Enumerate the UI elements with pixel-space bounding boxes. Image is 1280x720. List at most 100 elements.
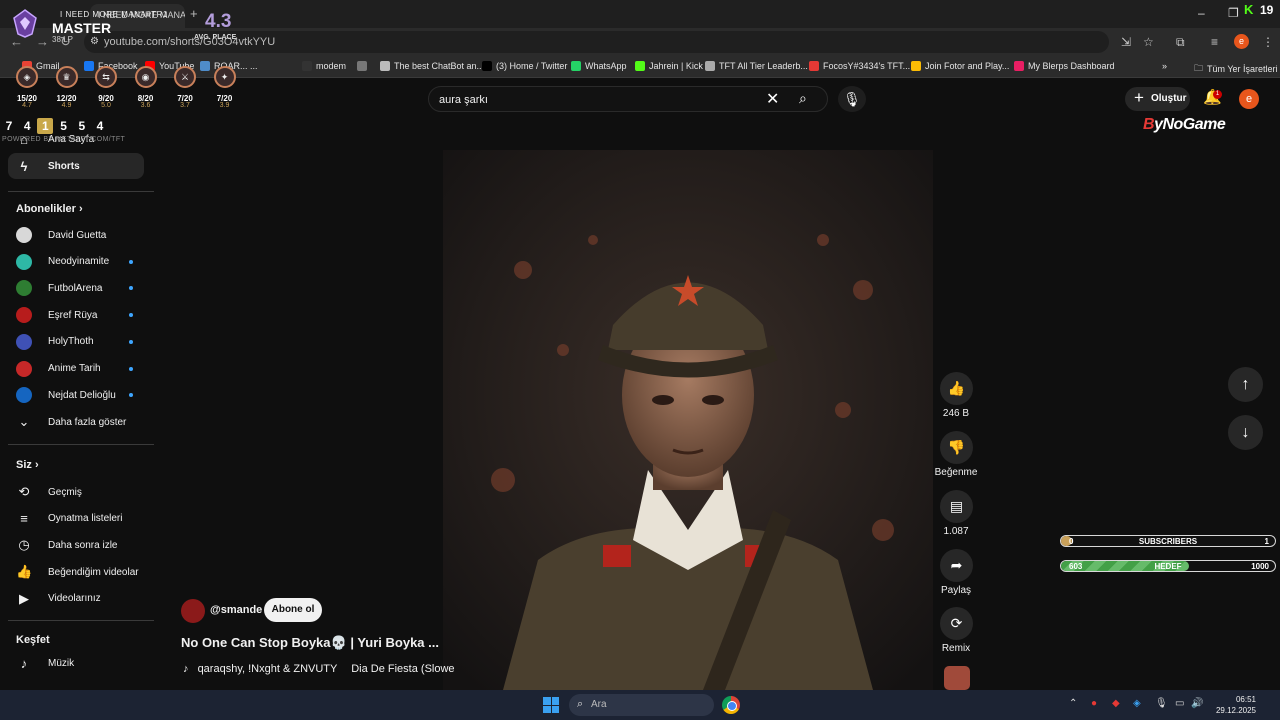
bookmarks-overflow-button[interactable]: » [1162,61,1167,71]
all-bookmarks-button[interactable]: 🗀 Tüm Yer İşaretleri [1194,61,1278,77]
sidebar-item-you[interactable]: 👍 Beğendiğim videolar [8,559,144,585]
channel-avatar[interactable] [181,599,205,623]
subscription-channel[interactable]: Anime Tarih [8,356,144,382]
sidebar-item-music[interactable]: ♪ Müzik [8,650,144,676]
bookmark-label: FocosY#3434's TFT... [823,61,911,71]
search-input[interactable] [439,91,759,109]
streamer-tag: I NEED MORE MANA#TR1 [60,10,168,19]
subscription-channel[interactable]: Eşref Rüya [8,302,144,328]
bookmark-star-icon[interactable]: ☆ [1143,35,1154,49]
explore-heading: Keşfet [16,634,50,646]
channel-name: Neodyinamite [48,256,110,268]
bookmark-item[interactable]: Join Fotor and Play... [911,61,1009,71]
sidebar-item-you[interactable]: ▶ Videolarınız [8,586,144,612]
shorts-video-player[interactable] [443,150,933,690]
taskbar-clock[interactable]: 06:51 29.12.2025 [1210,694,1256,716]
channel-avatar [16,387,32,404]
subscription-channel[interactable]: Neodyinamite [8,249,144,275]
share-button[interactable]: ➦ [940,549,973,582]
volume-icon[interactable]: 🔊 [1191,698,1203,709]
create-label: Oluştur [1151,93,1187,104]
sidebar-item-label: Videolarınız [48,593,101,605]
profile-avatar[interactable]: e [1234,34,1249,49]
search-icon[interactable]: ⌕ [799,90,807,107]
microphone-icon[interactable]: 🎙 [838,86,866,112]
bookmark-item[interactable]: My Blerps Dashboard [1014,61,1115,71]
arrow-up-icon: ↑ [1241,376,1250,393]
sidebar-item-label: Oynatma listeleri [48,513,123,525]
remix-icon: ⟳ [950,615,963,631]
sidebar-item-you[interactable]: ◷ Daha sonra izle [8,532,144,558]
subscription-channel[interactable]: David Guetta [8,222,144,248]
bookmark-item[interactable]: FocosY#3434's TFT... [809,61,910,71]
hedef-label: HEDEF [1154,562,1182,571]
subscription-channel[interactable]: FutbolArena [8,275,144,301]
kick-icon [635,61,645,71]
tray-overflow-icon[interactable]: ⌃ [1069,698,1077,709]
subscriptions-heading[interactable]: Abonelikler › [16,203,83,215]
chrome-taskbar-icon[interactable] [722,696,740,714]
install-app-icon[interactable]: ⇲ [1121,35,1131,49]
taskbar-search-placeholder: Ara [591,699,607,710]
like-button[interactable]: 👍 [940,372,973,405]
account-avatar[interactable]: e [1239,89,1259,109]
previous-short-button[interactable]: ↑ [1228,367,1263,402]
bookmark-item[interactable]: (3) Home / Twitter [482,61,567,71]
restore-button[interactable]: ❐ [1228,6,1239,20]
bookmark-item[interactable]: Jahrein | Kick [635,61,703,71]
bookmark-item[interactable] [357,61,371,71]
dislike-button[interactable]: 👎 [940,431,973,464]
subscription-channel[interactable]: Nejdat Delioğlu [8,382,144,408]
music-info[interactable]: ♪ qaraqshy, !Nxght & ZNVUTY Dia De Fiest… [183,663,455,675]
windows-taskbar: ⌕ Ara ⌃ ● ◆ ◈ 🎙 ▭ 🔊 06:51 29.12.2025 [0,690,1280,720]
x-icon [482,61,492,71]
sidebar-item-shorts[interactable]: ϟ Shorts [8,153,144,179]
bookmark-item[interactable]: TFT All Tier Leaderb... [705,61,808,71]
sidebar-item-you[interactable]: ≡ Oynatma listeleri [8,506,144,532]
remix-button[interactable]: ⟳ [940,607,973,640]
channel-avatar [16,333,32,350]
new-content-dot [129,313,133,318]
music-artist: qaraqshy, !Nxght & ZNVUTY [197,663,338,675]
rank-label: MASTER [52,20,112,36]
new-content-dot [129,259,133,264]
music-note-icon: ♪ [20,655,28,671]
tray-network-app-icon[interactable]: ◈ [1133,698,1141,709]
bynogame-logo: ByNoGame [1143,116,1226,134]
remix-label: Remix [941,643,971,654]
bookmark-item[interactable]: The best ChatBot an... [380,61,484,71]
subscription-channel[interactable]: HolyThoth [8,329,144,355]
channel-name: Nejdat Delioğlu [48,389,116,401]
network-icon[interactable]: ▭ [1175,698,1184,709]
placement-value: 1 [37,118,54,134]
menu-kebab-icon[interactable]: ⋮ [1262,35,1274,49]
subscribe-button[interactable]: Abone ol [264,598,322,622]
clear-search-icon[interactable]: ✕ [766,89,779,109]
comments-button[interactable]: ▤ [940,490,973,523]
extensions-icon[interactable]: ⧉ [1176,35,1185,50]
bookmark-item[interactable]: modem [302,61,346,71]
z-icon [302,61,312,71]
taskbar-search[interactable]: ⌕ Ara [569,694,714,716]
microphone-tray-icon[interactable]: 🎙 [1155,698,1168,709]
placement-value: 7 [5,119,13,133]
sound-thumbnail[interactable] [944,666,970,690]
tray-app-icon[interactable]: ◆ [1112,698,1120,709]
create-button[interactable]: + Oluştur [1125,87,1190,111]
search-box[interactable]: ✕ ⌕ [428,86,828,112]
sidebar-item-you[interactable]: ⟲ Geçmiş [8,479,144,505]
channel-handle[interactable]: @smande [210,604,262,616]
tray-record-icon[interactable]: ● [1091,698,1097,709]
next-short-button[interactable]: ↓ [1228,415,1263,450]
champion-portrait-icon: ◈ [16,66,38,88]
bookmark-item[interactable]: WhatsApp [571,61,627,71]
show-more-button[interactable]: ⌄ Daha fazla göster [8,409,144,435]
video-title[interactable]: No One Can Stop Boyka💀 | Yuri Boyka ... [181,635,439,651]
reading-list-icon[interactable]: ≡ [1211,35,1218,49]
bookmark-label: The best ChatBot an... [394,61,485,71]
channel-name: David Guetta [48,229,107,241]
you-heading[interactable]: Siz › [16,459,39,471]
windows-start-icon[interactable] [543,697,559,713]
minimize-button[interactable]: – [1198,6,1205,20]
champion-avg: 5.0 [101,102,111,109]
